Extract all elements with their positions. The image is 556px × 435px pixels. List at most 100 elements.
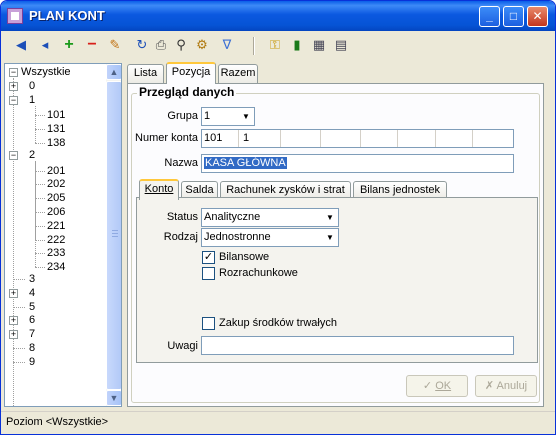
- tree-leaf[interactable]: 138: [47, 137, 65, 150]
- grid-icon[interactable]: ▤: [333, 37, 349, 53]
- numer-konta-label: Numer konta: [135, 132, 198, 144]
- tab-pozycja[interactable]: Pozycja: [166, 62, 216, 84]
- rozrachunkowe-checkbox[interactable]: [202, 267, 215, 280]
- cancel-label: Anuluj: [496, 380, 528, 392]
- expander-icon[interactable]: −: [9, 95, 18, 105]
- tree-line: [13, 348, 25, 349]
- tree-node[interactable]: 7: [29, 328, 35, 341]
- status-bar: Poziom <Wszystkie>: [1, 411, 555, 434]
- tree-leaf[interactable]: 202: [47, 178, 65, 191]
- zakup-label: Zakup środków trwałych: [219, 317, 337, 329]
- scroll-thumb[interactable]: [106, 81, 121, 390]
- print-icon[interactable]: ⎙: [153, 37, 169, 53]
- tree-node[interactable]: 9: [29, 356, 35, 369]
- chevron-down-icon[interactable]: ▼: [322, 229, 338, 246]
- tree-node[interactable]: 4: [29, 287, 35, 300]
- minimize-button[interactable]: _: [479, 6, 500, 27]
- tree-leaf[interactable]: 206: [47, 206, 65, 219]
- scroll-up-button[interactable]: ▲: [106, 64, 121, 80]
- title-bar[interactable]: PLAN KONT _ □ ✕: [1, 1, 555, 31]
- tree-leaf[interactable]: 233: [47, 247, 65, 260]
- numer-konta-part2: 1: [243, 132, 250, 144]
- tab-razem[interactable]: Razem: [218, 64, 258, 83]
- app-icon: [7, 8, 23, 24]
- tree-line: [35, 212, 45, 213]
- tree-line: [13, 279, 25, 280]
- expander-icon[interactable]: −: [9, 68, 18, 77]
- grupa-select[interactable]: 1 ▼: [201, 107, 255, 126]
- close-icon: ✗: [484, 380, 495, 392]
- tree-node[interactable]: 3: [29, 273, 35, 286]
- tab-konto[interactable]: Konto: [139, 179, 179, 200]
- rozrachunkowe-label: Rozrachunkowe: [219, 267, 298, 279]
- scroll-down-button[interactable]: ▼: [106, 390, 121, 406]
- expander-icon[interactable]: +: [9, 330, 18, 340]
- chevron-down-icon[interactable]: ▼: [322, 209, 338, 226]
- zakup-checkbox[interactable]: [202, 317, 215, 330]
- nazwa-field[interactable]: KASA GŁÓWNA: [201, 154, 514, 173]
- first-record-icon[interactable]: ◀: [13, 37, 29, 53]
- tree-leaf[interactable]: 205: [47, 192, 65, 205]
- find-icon[interactable]: ⚲: [173, 37, 189, 53]
- nazwa-label: Nazwa: [164, 157, 198, 169]
- refresh-icon[interactable]: ↻: [134, 37, 150, 53]
- tree-line: [35, 115, 45, 117]
- tree-line: [13, 78, 14, 406]
- tree-leaf[interactable]: 222: [47, 234, 65, 247]
- filter-icon[interactable]: ∇: [219, 37, 235, 53]
- tree-scrollbar[interactable]: ▲ ▼: [106, 64, 121, 406]
- tree-line: [35, 170, 45, 172]
- account-tree[interactable]: − Wszystkie +0−1 101 131 138−2 201 202 205 206 221…: [4, 63, 122, 407]
- tree-line: [35, 225, 45, 227]
- chart-icon[interactable]: ▮: [289, 37, 305, 53]
- ok-button[interactable]: ✓ OK: [406, 375, 468, 397]
- ok-label: OK: [435, 380, 452, 392]
- status-value: Analityczne: [204, 211, 261, 223]
- groupbox-title: Przegląd danych: [137, 85, 237, 99]
- numer-konta-part1: 101: [204, 132, 223, 144]
- grupa-value: 1: [204, 110, 211, 122]
- check-icon: ✓: [422, 380, 433, 392]
- uwagi-label: Uwagi: [167, 340, 198, 352]
- add-record-icon[interactable]: +: [61, 37, 77, 53]
- bilansowe-label: Bilansowe: [219, 251, 270, 263]
- tree-node[interactable]: 8: [29, 342, 35, 355]
- tree-leaf[interactable]: 101: [47, 109, 65, 122]
- expander-icon[interactable]: +: [9, 288, 18, 298]
- tree-leaf[interactable]: 201: [47, 165, 65, 178]
- plan-kont-window: PLAN KONT _ □ ✕ ◀ ◂ + − ✎ ↻ ⎙ ⚲ ⚙ ∇ ⚿ ▮ …: [0, 0, 556, 435]
- numer-konta-field[interactable]: 101 1: [201, 129, 514, 148]
- nazwa-value: KASA GŁÓWNA: [204, 157, 287, 169]
- toolbar: ◀ ◂ + − ✎ ↻ ⎙ ⚲ ⚙ ∇ ⚿ ▮ ▦ ▤: [1, 31, 555, 61]
- tree-line: [35, 198, 45, 200]
- tab-konto-label: Konto: [144, 183, 174, 195]
- tab-lista[interactable]: Lista: [127, 64, 164, 83]
- prev-record-icon[interactable]: ◂: [37, 37, 53, 53]
- tree-root[interactable]: Wszystkie: [21, 66, 71, 79]
- edit-record-icon[interactable]: ✎: [107, 37, 123, 53]
- expander-icon[interactable]: −: [9, 150, 18, 160]
- chevron-down-icon[interactable]: ▼: [238, 108, 254, 125]
- tree-node[interactable]: 5: [29, 301, 35, 314]
- delete-record-icon[interactable]: −: [84, 37, 100, 53]
- tree-node[interactable]: 0: [29, 80, 35, 93]
- key-icon[interactable]: ⚿: [267, 37, 283, 53]
- status-select[interactable]: Analityczne ▼: [201, 208, 339, 227]
- grupa-label: Grupa: [167, 110, 198, 122]
- check-icon: ✓: [203, 251, 214, 263]
- status-label: Status: [166, 211, 198, 223]
- expander-icon[interactable]: +: [9, 81, 18, 91]
- tree-leaf[interactable]: 131: [47, 123, 65, 136]
- bilansowe-checkbox[interactable]: ✓: [202, 251, 215, 264]
- tree-leaf[interactable]: 234: [47, 261, 65, 274]
- rodzaj-select[interactable]: Jednostronne ▼: [201, 228, 339, 247]
- maximize-button[interactable]: □: [503, 6, 524, 27]
- calculator-icon[interactable]: ▦: [311, 37, 327, 53]
- tree-leaf[interactable]: 221: [47, 220, 65, 233]
- uwagi-field[interactable]: [201, 336, 514, 355]
- expander-icon[interactable]: +: [9, 316, 18, 326]
- settings-icon[interactable]: ⚙: [194, 37, 210, 53]
- close-button[interactable]: ✕: [527, 6, 548, 27]
- tree-node[interactable]: 6: [29, 314, 35, 327]
- cancel-button[interactable]: ✗ Anuluj: [475, 375, 537, 397]
